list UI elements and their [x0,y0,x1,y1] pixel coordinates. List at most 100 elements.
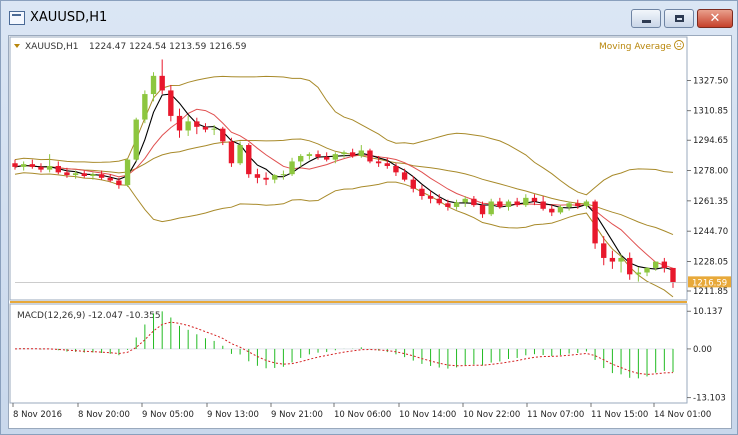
candle-body [488,201,494,215]
macd-indicator [14,311,674,379]
candle-body [419,188,425,197]
price-tick-label: 1211.85 [693,287,728,297]
candle-body [98,174,105,178]
maximize-button[interactable] [664,9,694,28]
chart-area[interactable]: XAUUSD,H1 1224.47 1224.54 1213.59 1216.5… [8,35,732,429]
candle [523,194,529,207]
time-tick-label: 8 Nov 20:00 [78,410,130,420]
candle [185,115,191,136]
macd-tick-label: 10.137 [693,307,723,317]
candle [531,194,538,206]
candle-body [583,201,590,207]
bollinger-lower [14,172,674,298]
main-pane-frame [9,36,688,301]
candle-body [566,203,572,207]
candle-body [107,177,113,181]
candle-body [324,156,330,160]
candle [150,72,157,102]
candle [306,152,313,160]
time-tick-label: 14 Nov 01:00 [654,410,711,420]
candle-body [453,202,460,207]
candle-body [349,152,356,156]
candle [453,199,460,210]
candle-body [575,203,581,207]
candle-body [150,75,157,95]
candle [29,159,35,169]
candle-body [514,201,520,206]
candle-body [90,174,96,176]
candle-body [627,257,633,275]
candle [514,197,520,207]
candle-body [46,165,53,170]
indicator-label: Moving Average [599,42,672,52]
candle-body [601,243,607,258]
candle [549,205,555,217]
smiley-icon[interactable] [674,40,684,50]
candle [142,90,148,124]
candle [488,198,494,217]
candle-body [505,201,512,207]
candle-body [142,94,148,120]
candle [237,141,243,166]
candle-body [254,174,261,178]
candle [635,267,642,282]
price-tick-label: 1327.50 [693,76,728,86]
title-bar[interactable]: XAUUSD,H1 ✕ [1,1,737,35]
price-axis[interactable]: 1327.50 1310.85 1294.65 1278.00 1261.35 1244.… [687,76,732,404]
candle-body [81,173,87,176]
price-tick-label: 1294.65 [693,136,728,146]
candle [505,199,512,211]
chart-svg[interactable]: XAUUSD,H1 1224.47 1224.54 1213.59 1216.5… [9,36,732,429]
candle-body [298,155,304,162]
candle [176,108,183,138]
symbol-label: XAUUSD,H1 [25,42,79,52]
candle [583,199,590,209]
price-tick-label: 1244.70 [693,227,728,237]
macd-label: MACD(12,26,9) -12.047 -10.355 [17,311,161,321]
candle-body [471,198,477,206]
minimize-button[interactable] [631,9,661,28]
close-icon: ✕ [709,11,721,26]
price-tick-label: 1261.35 [693,197,728,207]
time-axis[interactable]: 8 Nov 2016 8 Nov 20:00 9 Nov 05:00 9 Nov 13… [12,403,711,420]
candle-body [592,201,598,244]
bollinger-bands [14,75,674,298]
time-tick-label: 10 Nov 14:00 [399,410,456,420]
candle-body [237,145,243,164]
macd-tick-label: -13.103 [693,394,726,404]
collapse-arrow-icon[interactable] [14,44,20,48]
candle-body [116,180,122,186]
candle-body [220,128,226,142]
candle-body [263,177,269,180]
time-tick-label: 10 Nov 06:00 [334,410,391,420]
candle [471,196,477,207]
candle-body [124,159,131,186]
candle [38,163,44,173]
candle-body [246,145,252,175]
candle [479,201,486,218]
candle [592,199,598,249]
candle [272,174,278,184]
macd-signal-line [14,321,674,375]
candle-body [20,164,27,167]
window-title: XAUUSD,H1 [30,10,108,25]
candle [168,84,174,122]
time-tick-label: 10 Nov 22:00 [463,410,520,420]
price-tick-label: 1310.85 [693,107,728,117]
candle-body [401,172,408,180]
current-price-label: 1216.59 [692,278,727,288]
candle [341,150,347,158]
candle-body [393,165,399,173]
candle-body [445,203,451,207]
chart-window: XAUUSD,H1 ✕ XAUUSD,H1 1224.47 1224.54 12… [0,0,738,435]
candle [609,250,616,269]
candle-body [306,154,313,156]
candle-body [618,257,624,262]
close-button[interactable]: ✕ [697,9,733,28]
candle-body [211,128,217,130]
time-tick-label: 8 Nov 2016 [13,410,62,420]
candle-body [176,115,183,131]
candle-body [185,121,191,131]
candle [367,148,373,164]
candle-body [29,164,35,167]
